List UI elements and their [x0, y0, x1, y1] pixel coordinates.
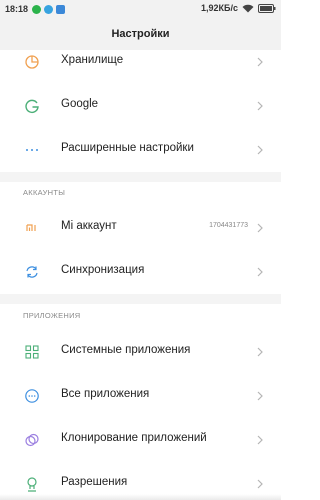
more-dots-icon — [26, 149, 38, 151]
settings-item-clone-apps[interactable]: Клонирование приложений — [0, 418, 281, 462]
clone-icon — [25, 433, 39, 447]
battery-icon — [258, 3, 276, 13]
grid-apps-icon — [25, 345, 39, 359]
chevron-right-icon — [257, 101, 263, 111]
wifi-icon — [242, 4, 254, 12]
settings-item-storage[interactable]: Хранилище — [0, 40, 281, 84]
settings-item-label: Mi аккаунт — [61, 220, 117, 232]
google-g-icon — [25, 99, 39, 113]
account-id-value: 1704431773 — [209, 222, 248, 229]
page-title: Настройки — [111, 28, 170, 40]
chevron-right-icon — [257, 435, 263, 445]
section-heading: ПРИЛОЖЕНИЯ — [23, 311, 81, 320]
all-apps-icon — [25, 389, 39, 403]
settings-item-google[interactable]: Google — [0, 84, 281, 128]
messages-icon — [56, 5, 65, 14]
chevron-right-icon — [257, 223, 263, 233]
section-header-accounts: АККАУНТЫ — [0, 182, 281, 204]
chevron-right-icon — [257, 57, 263, 67]
section-divider — [0, 172, 281, 182]
settings-item-label: Разрешения — [61, 476, 128, 488]
status-bar: 18:18 1,92КБ/с — [0, 0, 281, 20]
network-speed: 1,92КБ/с — [201, 3, 238, 13]
scroll-fade — [0, 494, 281, 500]
section-divider — [0, 294, 281, 304]
settings-item-system-apps[interactable]: Системные приложения — [0, 330, 281, 374]
settings-item-label: Хранилище — [61, 54, 124, 66]
chevron-right-icon — [257, 145, 263, 155]
chevron-right-icon — [257, 267, 263, 277]
permissions-icon — [27, 477, 37, 492]
settings-item-label: Клонирование приложений — [61, 432, 207, 444]
telegram-icon — [44, 5, 53, 14]
settings-item-label: Синхронизация — [61, 264, 145, 276]
settings-item-label: Расширенные настройки — [61, 142, 194, 154]
settings-item-advanced[interactable]: Расширенные настройки — [0, 128, 281, 172]
mi-icon — [26, 224, 36, 231]
section-header-apps: ПРИЛОЖЕНИЯ — [0, 305, 281, 327]
chevron-right-icon — [257, 479, 263, 489]
settings-item-mi-account[interactable]: Mi аккаунт 1704431773 — [0, 206, 281, 250]
settings-item-label: Google — [61, 98, 99, 110]
section-heading: АККАУНТЫ — [23, 188, 66, 197]
status-time: 18:18 — [5, 4, 29, 14]
chevron-right-icon — [257, 391, 263, 401]
whatsapp-icon — [32, 5, 41, 14]
sync-icon — [26, 266, 38, 278]
chevron-right-icon — [257, 347, 263, 357]
storage-pie-icon — [25, 55, 39, 69]
settings-item-sync[interactable]: Синхронизация — [0, 250, 281, 294]
settings-item-label: Все приложения — [61, 388, 150, 400]
settings-item-label: Системные приложения — [61, 344, 191, 356]
settings-item-all-apps[interactable]: Все приложения — [0, 374, 281, 418]
